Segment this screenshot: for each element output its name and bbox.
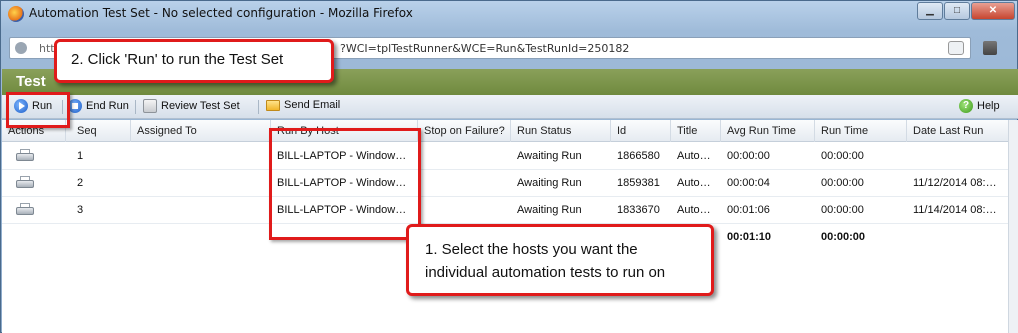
cell-id: 1859381: [617, 177, 660, 189]
run-highlight-box: [6, 92, 70, 128]
cell-date-last-run: [907, 143, 1008, 170]
column-header-title[interactable]: Title: [671, 120, 721, 142]
cell-title: Auto…: [677, 204, 711, 216]
review-test-set-button[interactable]: Review Test Set: [143, 99, 240, 113]
help-label: Help: [977, 100, 1000, 112]
total-avg-run-time: 00:01:10: [727, 231, 772, 243]
printer-icon[interactable]: [16, 176, 34, 190]
cell-avg-run-time: 00:00:00: [727, 150, 770, 162]
toolbox-icon[interactable]: [983, 41, 997, 55]
host-highlight-box: [269, 128, 421, 240]
minimize-button[interactable]: ▁: [917, 2, 943, 20]
end-run-button[interactable]: End Run: [68, 99, 129, 113]
column-header-avg-run-time[interactable]: Avg Run Time: [721, 120, 815, 142]
url-prefix: htt: [39, 42, 55, 55]
envelope-icon: [266, 99, 280, 111]
cell-run-time: 00:00:00: [821, 177, 864, 189]
cell-run-status: Awaiting Run: [517, 150, 582, 162]
callout-step-1-line-2: individual automation tests to run on: [425, 264, 666, 281]
send-email-label: Send Email: [284, 99, 341, 111]
window-controls: ▁ □ ✕: [916, 2, 1015, 20]
total-run-time: 00:00:00: [821, 231, 866, 243]
cell-title: Auto…: [677, 150, 711, 162]
help-icon: ?: [959, 99, 973, 113]
cell-seq: 3: [77, 204, 84, 216]
table-row[interactable]: 1 BILL-LAPTOP - Window… Awaiting Run 186…: [2, 143, 1008, 170]
toolbar-divider: [135, 100, 136, 114]
close-button[interactable]: ✕: [971, 2, 1015, 20]
cell-avg-run-time: 00:00:04: [727, 177, 770, 189]
column-header-assigned-to[interactable]: Assigned To: [131, 120, 271, 142]
url-text: ?WCI=tplTestRunner&WCE=Run&TestRunId=250…: [340, 42, 630, 55]
firefox-icon: [8, 6, 24, 22]
end-run-button-label: End Run: [86, 100, 129, 112]
window-title: Automation Test Set - No selected config…: [29, 6, 413, 20]
cell-seq: 2: [77, 177, 84, 189]
callout-step-1-line-1: 1. Select the hosts you want the: [425, 241, 638, 258]
cell-run-status: Awaiting Run: [517, 204, 582, 216]
table-row[interactable]: 2 BILL-LAPTOP - Window… Awaiting Run 185…: [2, 170, 1008, 197]
cell-run-time: 00:00:00: [821, 204, 864, 216]
toolbar: Run End Run Review Test Set Send Email ?…: [2, 95, 1018, 119]
stop-icon: [68, 99, 82, 113]
cell-avg-run-time: 00:01:06: [727, 204, 770, 216]
page-title: Test: [16, 73, 46, 90]
title-bar: Automation Test Set - No selected config…: [1, 1, 1018, 27]
callout-step-2-text: 2. Click 'Run' to run the Test Set: [71, 51, 284, 68]
cell-date-last-run: 11/12/2014 08:…: [913, 177, 997, 189]
column-header-run-status[interactable]: Run Status: [511, 120, 611, 142]
cell-assigned-to: [131, 197, 271, 224]
send-email-button[interactable]: Send Email: [266, 99, 340, 111]
column-header-stop-on-failure[interactable]: Stop on Failure?: [418, 120, 511, 142]
printer-icon[interactable]: [16, 203, 34, 217]
column-header-id[interactable]: Id: [611, 120, 671, 142]
cell-id: 1866580: [617, 150, 660, 162]
cell-id: 1833670: [617, 204, 660, 216]
cell-seq: 1: [77, 150, 84, 162]
column-header-date-last-run[interactable]: Date Last Run: [907, 120, 1008, 142]
toolbar-divider: [258, 100, 259, 114]
printer-icon[interactable]: [16, 149, 34, 163]
column-header-seq[interactable]: Seq: [71, 120, 131, 142]
bookmark-icon[interactable]: [948, 41, 964, 55]
cell-run-status: Awaiting Run: [517, 177, 582, 189]
site-identity-icon[interactable]: [15, 42, 27, 54]
browser-window: Automation Test Set - No selected config…: [0, 0, 1018, 333]
help-button[interactable]: ? Help: [959, 99, 1000, 113]
cell-date-last-run: 11/14/2014 08:…: [913, 204, 997, 216]
vertical-scrollbar[interactable]: [1008, 120, 1018, 333]
cell-assigned-to: [131, 143, 271, 170]
review-button-label: Review Test Set: [161, 100, 240, 112]
grid-header: Actions Seq Assigned To Run By Host Stop…: [2, 120, 1008, 142]
maximize-button[interactable]: □: [944, 2, 970, 20]
cell-stop-on-failure[interactable]: [418, 143, 511, 170]
cell-run-time: 00:00:00: [821, 150, 864, 162]
column-header-run-time[interactable]: Run Time: [815, 120, 907, 142]
table-row[interactable]: 3 BILL-LAPTOP - Window… Awaiting Run 183…: [2, 197, 1008, 224]
document-icon: [143, 99, 157, 113]
cell-stop-on-failure[interactable]: [418, 170, 511, 197]
cell-assigned-to: [131, 170, 271, 197]
callout-step-1: 1. Select the hosts you want the individ…: [406, 224, 714, 296]
callout-step-2: 2. Click 'Run' to run the Test Set: [54, 39, 334, 83]
cell-title: Auto…: [677, 177, 711, 189]
cell-stop-on-failure[interactable]: [418, 197, 511, 224]
